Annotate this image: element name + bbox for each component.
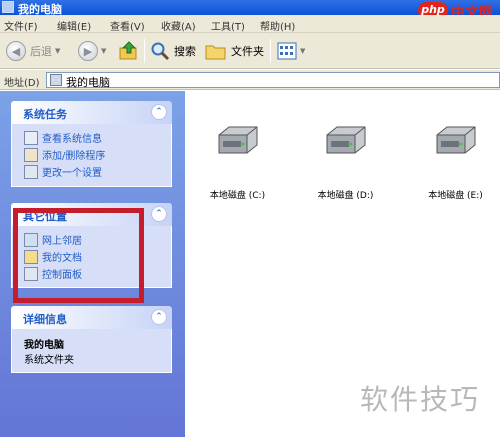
hard-drive-icon <box>326 126 366 154</box>
system-tasks-body: 查看系统信息 添加/删除程序 更改一个设置 <box>11 124 172 187</box>
place-network[interactable]: 网上邻居 <box>24 231 171 248</box>
forward-arrow-icon: ▶ <box>78 41 98 61</box>
drive-c[interactable]: 本地磁盘 (C:) <box>195 99 280 201</box>
address-label: 地址(D) <box>4 78 40 89</box>
address-bar: 地址(D) 我的电脑 <box>0 70 500 90</box>
system-tasks-title: 系统任务 <box>23 108 67 121</box>
menu-bar: 文件(F) 编辑(E) 查看(V) 收藏(A) 工具(T) 帮助(H) <box>0 15 500 33</box>
my-computer-icon <box>2 1 14 13</box>
network-places-icon <box>24 232 38 247</box>
folders-label: 文件夹 <box>231 45 264 58</box>
menu-help[interactable]: 帮助(H) <box>260 18 295 33</box>
collapse-icon[interactable]: ⌃ <box>151 206 167 222</box>
task-pane: 系统任务 ⌃ 查看系统信息 添加/删除程序 更改一个设置 其它位置 ⌃ 网上邻居… <box>0 91 185 437</box>
task-view-system-info[interactable]: 查看系统信息 <box>24 129 171 146</box>
chevron-down-icon: ▼ <box>101 47 107 55</box>
watermark-text: 软件技巧 <box>360 383 481 416</box>
my-documents-icon <box>24 249 38 264</box>
task-label: 更改一个设置 <box>42 168 102 179</box>
drive-label: 本地磁盘 (C:) <box>209 191 266 201</box>
details-panel: 详细信息 ⌃ 我的电脑 系统文件夹 <box>11 306 172 373</box>
system-info-icon <box>24 130 38 145</box>
place-control-panel[interactable]: 控制面板 <box>24 265 171 282</box>
back-arrow-icon: ◀ <box>6 41 26 61</box>
drive-e[interactable]: 本地磁盘 (E:) <box>413 99 498 201</box>
collapse-icon[interactable]: ⌃ <box>151 104 167 120</box>
task-change-setting[interactable]: 更改一个设置 <box>24 163 171 180</box>
search-button[interactable]: 搜索 <box>150 39 196 63</box>
address-input[interactable]: 我的电脑 <box>46 72 500 89</box>
forward-button[interactable]: ▶ ▼ <box>78 39 106 63</box>
my-computer-icon <box>50 74 62 86</box>
place-my-documents[interactable]: 我的文档 <box>24 248 171 265</box>
other-places-header[interactable]: 其它位置 ⌃ <box>11 203 172 226</box>
back-label: 后退 <box>30 45 52 58</box>
place-label: 控制面板 <box>42 270 82 281</box>
folders-button[interactable]: 文件夹 <box>205 39 264 63</box>
system-tasks-panel: 系统任务 ⌃ 查看系统信息 添加/删除程序 更改一个设置 <box>11 101 172 187</box>
toolbar-separator <box>144 39 145 63</box>
up-button[interactable] <box>118 39 140 63</box>
other-places-panel: 其它位置 ⌃ 网上邻居 我的文档 控制面板 <box>11 203 172 288</box>
views-grid-icon <box>277 42 297 60</box>
toolbar: ◀ 后退 ▼ ▶ ▼ 搜索 文件夹 ▼ <box>0 33 500 69</box>
other-places-title: 其它位置 <box>23 210 67 223</box>
details-title: 详细信息 <box>23 313 67 326</box>
chevron-down-icon: ▼ <box>300 47 306 55</box>
other-places-body: 网上邻居 我的文档 控制面板 <box>11 226 172 288</box>
hard-drive-icon <box>436 126 476 154</box>
menu-view[interactable]: 查看(V) <box>110 18 145 33</box>
search-icon <box>151 42 170 61</box>
folder-icon <box>205 45 226 60</box>
menu-tools[interactable]: 工具(T) <box>211 18 245 33</box>
menu-edit[interactable]: 编辑(E) <box>57 18 91 33</box>
folder-up-icon <box>119 41 137 60</box>
control-panel-icon <box>24 266 38 281</box>
toolbar-separator <box>270 39 271 63</box>
menu-favorites[interactable]: 收藏(A) <box>161 18 196 33</box>
details-item-type: 系统文件夹 <box>24 355 74 366</box>
address-value: 我的电脑 <box>66 76 110 89</box>
collapse-icon[interactable]: ⌃ <box>151 309 167 325</box>
task-label: 添加/删除程序 <box>42 151 106 162</box>
views-button[interactable]: ▼ <box>277 39 305 63</box>
system-tasks-header[interactable]: 系统任务 ⌃ <box>11 101 172 124</box>
chevron-down-icon: ▼ <box>55 47 61 55</box>
add-remove-programs-icon <box>24 147 38 162</box>
drive-label: 本地磁盘 (D:) <box>317 191 374 201</box>
details-body: 我的电脑 系统文件夹 <box>11 329 172 373</box>
control-panel-icon <box>24 164 38 179</box>
details-item-name: 我的电脑 <box>24 340 64 351</box>
menu-file[interactable]: 文件(F) <box>4 18 38 33</box>
task-label: 查看系统信息 <box>42 134 102 145</box>
drive-label: 本地磁盘 (E:) <box>428 191 483 201</box>
place-label: 我的文档 <box>42 253 82 264</box>
details-header[interactable]: 详细信息 ⌃ <box>11 306 172 329</box>
back-button[interactable]: ◀ 后退 ▼ <box>6 39 60 63</box>
search-label: 搜索 <box>174 45 196 58</box>
place-label: 网上邻居 <box>42 236 82 247</box>
drive-d[interactable]: 本地磁盘 (D:) <box>303 99 388 201</box>
hard-drive-icon <box>218 126 258 154</box>
task-add-remove-programs[interactable]: 添加/删除程序 <box>24 146 171 163</box>
